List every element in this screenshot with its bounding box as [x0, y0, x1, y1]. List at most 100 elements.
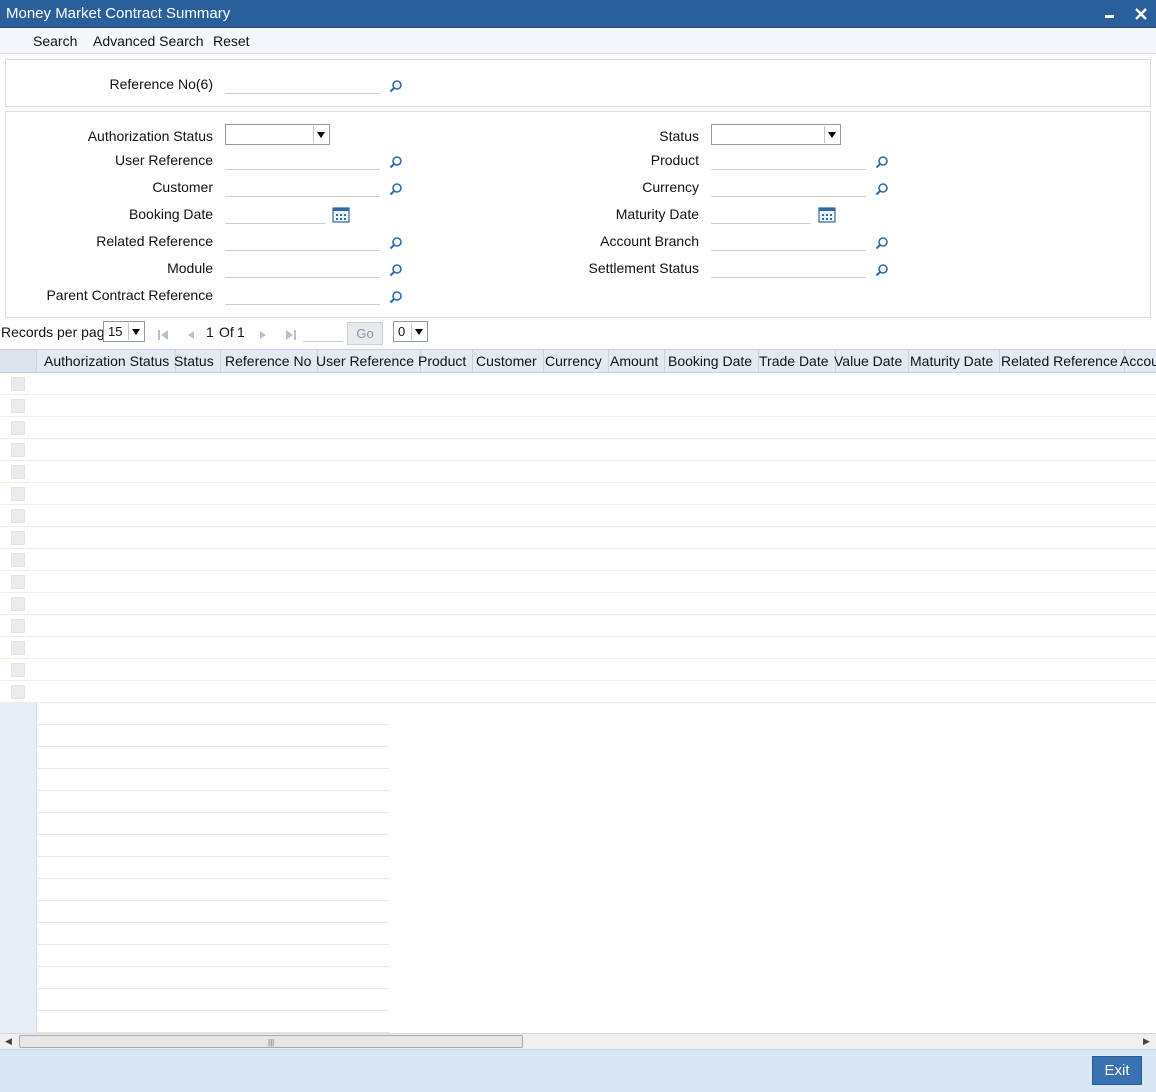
currency-input[interactable] — [711, 179, 866, 197]
module-input[interactable] — [225, 260, 380, 278]
pager: Records per page 15 1 Of 1 Go 0 — [0, 318, 1156, 348]
row-header-cell — [0, 989, 37, 1011]
row-checkbox[interactable] — [11, 487, 25, 501]
exit-button[interactable]: Exit — [1092, 1056, 1142, 1085]
previous-page-icon[interactable] — [184, 328, 198, 342]
search-icon[interactable] — [875, 263, 889, 277]
search-icon[interactable] — [389, 79, 403, 93]
row-checkbox[interactable] — [11, 421, 25, 435]
column-currency[interactable]: Currency — [539, 350, 609, 372]
page-number-input[interactable] — [303, 324, 343, 342]
search-icon[interactable] — [875, 236, 889, 250]
page-select[interactable]: 0 — [393, 321, 428, 342]
column-related-reference[interactable]: Related Reference — [995, 350, 1125, 372]
maturity-date-input[interactable] — [711, 206, 811, 224]
column-reference-no[interactable]: Reference No — [219, 350, 319, 372]
search-icon[interactable] — [389, 263, 403, 277]
row-checkbox[interactable] — [11, 619, 25, 633]
row-checkbox[interactable] — [11, 575, 25, 589]
row-checkbox[interactable] — [11, 377, 25, 391]
reference-no-input[interactable] — [225, 76, 380, 94]
column-amount[interactable]: Amount — [604, 350, 666, 372]
row-checkbox[interactable] — [11, 443, 25, 457]
empty-row — [0, 835, 389, 857]
table-row[interactable] — [0, 461, 1156, 483]
advanced-search-menu-item[interactable]: Advanced Search — [93, 33, 204, 49]
column-user-reference[interactable]: User Reference — [310, 350, 422, 372]
user-reference-input[interactable] — [225, 152, 380, 170]
calendar-icon[interactable] — [332, 207, 350, 223]
column-booking-date[interactable]: Booking Date — [662, 350, 760, 372]
column-status[interactable]: Status — [168, 350, 221, 372]
table-row[interactable] — [0, 483, 1156, 505]
search-icon[interactable] — [389, 182, 403, 196]
row-header-cell — [0, 1011, 37, 1033]
row-checkbox[interactable] — [11, 531, 25, 545]
last-page-icon[interactable] — [284, 328, 298, 342]
status-select[interactable] — [711, 124, 841, 145]
scroll-right-icon[interactable]: ▶ — [1143, 1036, 1150, 1047]
scroll-left-icon[interactable]: ◀ — [5, 1036, 12, 1047]
next-page-icon[interactable] — [256, 328, 270, 342]
chevron-down-icon — [128, 323, 143, 340]
table-row[interactable] — [0, 593, 1156, 615]
row-checkbox[interactable] — [11, 553, 25, 567]
parent-contract-reference-label: Parent Contract Reference — [46, 287, 213, 303]
go-button[interactable]: Go — [347, 322, 383, 345]
records-per-page-select[interactable]: 15 — [103, 321, 145, 342]
column-product[interactable]: Product — [412, 350, 474, 372]
product-input[interactable] — [711, 152, 866, 170]
related-reference-input[interactable] — [225, 233, 380, 251]
row-checkbox[interactable] — [11, 685, 25, 699]
search-icon[interactable] — [389, 290, 403, 304]
search-icon[interactable] — [875, 155, 889, 169]
column-value-date[interactable]: Value Date — [828, 350, 910, 372]
column-customer[interactable]: Customer — [470, 350, 544, 372]
first-page-icon[interactable] — [156, 328, 170, 342]
table-row[interactable] — [0, 417, 1156, 439]
reset-menu-item[interactable]: Reset — [213, 33, 250, 49]
customer-input[interactable] — [225, 179, 380, 197]
search-icon[interactable] — [389, 236, 403, 250]
table-row[interactable] — [0, 681, 1156, 703]
table-row[interactable] — [0, 571, 1156, 593]
table-row[interactable] — [0, 505, 1156, 527]
total-pages: 1 — [237, 324, 245, 340]
calendar-icon[interactable] — [818, 207, 836, 223]
row-checkbox[interactable] — [11, 465, 25, 479]
search-menu-item[interactable]: Search — [33, 33, 77, 49]
column-maturity-date[interactable]: Maturity Date — [904, 350, 1001, 372]
parent-contract-reference-input[interactable] — [225, 287, 380, 305]
table-row[interactable] — [0, 373, 1156, 395]
column-account[interactable]: Accou — [1114, 350, 1156, 372]
table-row[interactable] — [0, 439, 1156, 461]
window-title: Money Market Contract Summary — [6, 5, 231, 22]
column-trade-date[interactable]: Trade Date — [753, 350, 836, 372]
search-icon[interactable] — [389, 155, 403, 169]
minimize-icon[interactable] — [1099, 3, 1121, 25]
select-all-cell[interactable] — [0, 350, 37, 372]
row-checkbox[interactable] — [11, 509, 25, 523]
account-branch-label: Account Branch — [600, 233, 699, 249]
authorization-status-select[interactable] — [225, 124, 330, 145]
scrollbar-thumb[interactable]: ||| — [19, 1035, 523, 1048]
close-icon[interactable] — [1130, 3, 1152, 25]
table-row[interactable] — [0, 637, 1156, 659]
search-icon[interactable] — [875, 182, 889, 196]
column-authorization-status[interactable]: Authorization Status — [38, 350, 177, 372]
horizontal-scrollbar[interactable]: ◀ ||| ▶ — [0, 1033, 1156, 1049]
empty-row — [0, 923, 389, 945]
table-row[interactable] — [0, 549, 1156, 571]
table-row[interactable] — [0, 659, 1156, 681]
row-checkbox[interactable] — [11, 641, 25, 655]
booking-date-input[interactable] — [225, 206, 325, 224]
row-checkbox[interactable] — [11, 597, 25, 611]
row-checkbox[interactable] — [11, 663, 25, 677]
settlement-status-input[interactable] — [711, 260, 866, 278]
row-checkbox[interactable] — [11, 399, 25, 413]
table-row[interactable] — [0, 395, 1156, 417]
table-row[interactable] — [0, 527, 1156, 549]
account-branch-input[interactable] — [711, 233, 866, 251]
table-row[interactable] — [0, 615, 1156, 637]
related-reference-label: Related Reference — [96, 233, 213, 249]
